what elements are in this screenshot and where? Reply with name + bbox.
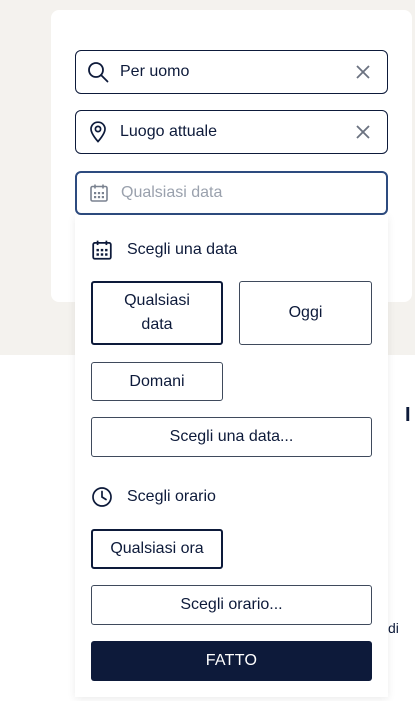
- search-field: [75, 50, 388, 94]
- background-text-fragment: di: [388, 620, 399, 636]
- choose-date-button[interactable]: Scegli una data...: [91, 417, 372, 457]
- clear-search-button[interactable]: [339, 51, 387, 93]
- search-icon: [76, 51, 120, 93]
- clock-icon: [92, 487, 112, 507]
- close-icon: [356, 125, 370, 139]
- time-option-label: Qualsiasi ora: [110, 540, 204, 557]
- date-option-any[interactable]: Qualsiasi data: [91, 281, 223, 345]
- search-input[interactable]: [120, 51, 339, 93]
- close-icon: [356, 65, 370, 79]
- date-option-label: Qualsiasi data: [124, 292, 190, 333]
- time-section-title: Scegli orario: [127, 488, 216, 505]
- location-field: [75, 110, 388, 154]
- date-option-today[interactable]: Oggi: [239, 281, 372, 345]
- date-field: [75, 171, 388, 215]
- date-input[interactable]: [121, 173, 386, 213]
- done-button[interactable]: FATTO: [91, 641, 372, 681]
- time-section-header: Scegli orario: [91, 486, 216, 508]
- calendar-icon: [77, 173, 121, 213]
- background-text-fragment: I: [405, 404, 411, 426]
- location-pin-icon: [76, 111, 120, 153]
- date-section-title: Scegli una data: [127, 241, 238, 258]
- date-section-header: Scegli una data: [91, 239, 237, 261]
- calendar-icon: [92, 240, 112, 260]
- choose-time-label: Scegli orario...: [180, 596, 283, 613]
- choose-date-label: Scegli una data...: [169, 428, 294, 445]
- choose-time-button[interactable]: Scegli orario...: [91, 585, 372, 625]
- date-time-dropdown: Scegli una data Qualsiasi data Oggi Doma…: [75, 215, 388, 697]
- date-option-tomorrow[interactable]: Domani: [91, 362, 223, 401]
- time-option-any[interactable]: Qualsiasi ora: [91, 529, 223, 569]
- date-option-label: Oggi: [288, 304, 323, 321]
- location-input[interactable]: [120, 111, 339, 153]
- clear-location-button[interactable]: [339, 111, 387, 153]
- done-label: FATTO: [205, 652, 258, 669]
- date-option-label: Domani: [129, 372, 185, 390]
